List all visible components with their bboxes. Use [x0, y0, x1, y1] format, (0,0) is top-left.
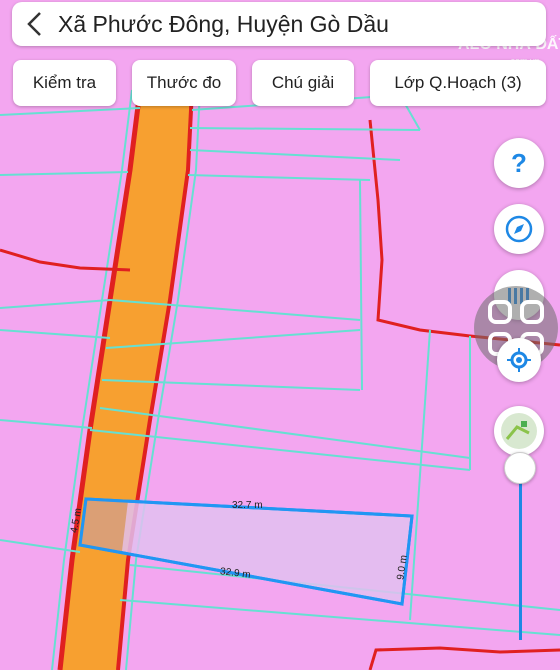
help-label: ? [511, 147, 527, 178]
compass-button[interactable] [494, 204, 544, 254]
help-button[interactable]: ? [494, 138, 544, 188]
search-location-text[interactable]: Xã Phước Đông, Huyện Gò Dầu [58, 11, 389, 38]
compass-icon [505, 215, 533, 243]
opacity-slider-track[interactable] [519, 480, 522, 640]
check-button[interactable]: Kiểm tra [13, 60, 116, 106]
top-length-label: 32.7 m [232, 500, 263, 511]
basemap-button[interactable] [494, 406, 544, 456]
location-icon [507, 348, 531, 372]
planning-layer-button[interactable]: Lớp Q.Hoạch (3) [370, 60, 546, 106]
opacity-slider-handle[interactable] [504, 452, 536, 484]
chevron-left-icon [27, 12, 41, 36]
back-button[interactable] [12, 2, 58, 46]
measure-button[interactable]: Thước đo [132, 60, 236, 106]
legend-button[interactable]: Chú giải [252, 60, 354, 106]
search-bar[interactable]: Xã Phước Đông, Huyện Gò Dầu [12, 2, 546, 46]
map-thumbnail-icon [501, 413, 537, 449]
location-button[interactable] [497, 338, 541, 382]
